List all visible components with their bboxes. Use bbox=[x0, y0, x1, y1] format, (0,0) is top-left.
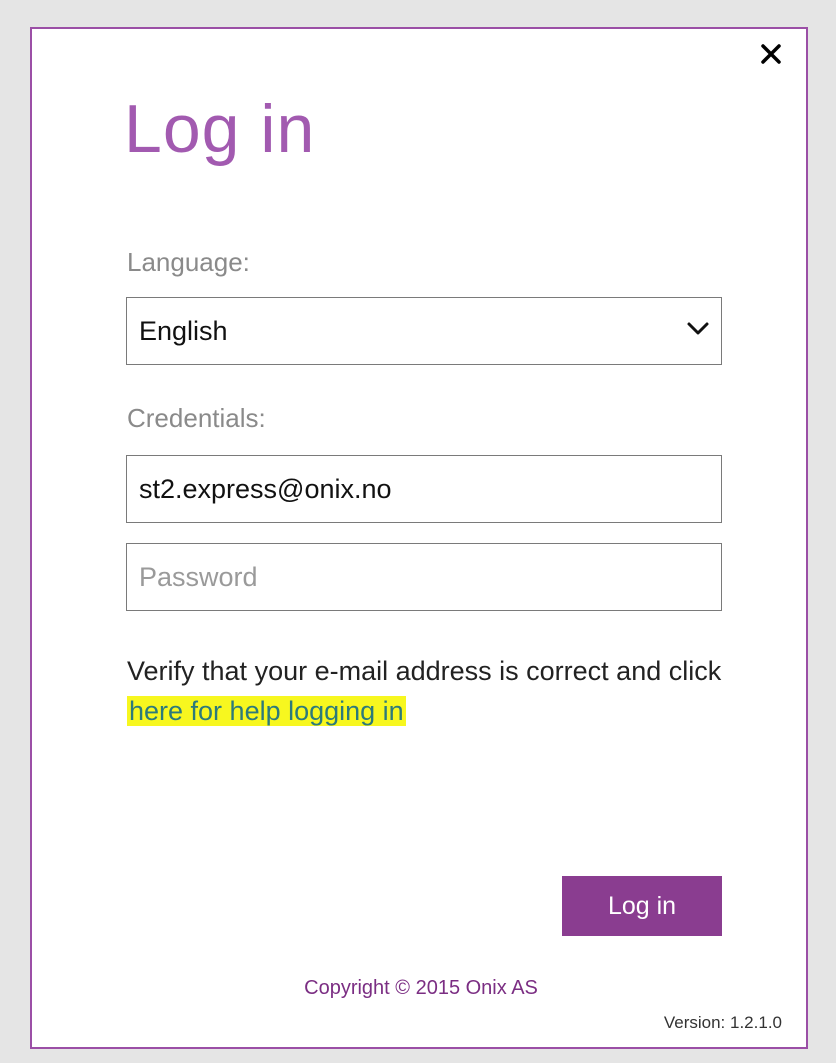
help-message-text: Verify that your e-mail address is corre… bbox=[127, 656, 722, 686]
password-input[interactable] bbox=[126, 543, 722, 611]
chevron-down-icon bbox=[687, 322, 709, 335]
language-selected-value: English bbox=[139, 315, 228, 346]
version-text: Version: 1.2.1.0 bbox=[663, 1013, 782, 1032]
close-button[interactable] bbox=[756, 39, 786, 69]
login-button[interactable]: Log in bbox=[562, 876, 722, 936]
login-dialog: Log in Language: English Credentials: Ve… bbox=[30, 27, 808, 1049]
help-message: Verify that your e-mail address is corre… bbox=[127, 651, 747, 731]
language-select[interactable]: English bbox=[126, 297, 722, 365]
page-title: Log in bbox=[124, 91, 316, 167]
close-icon bbox=[761, 44, 781, 64]
help-login-link[interactable]: here for help logging in bbox=[127, 696, 406, 726]
copyright-text: Copyright © 2015 Onix AS bbox=[304, 977, 538, 999]
email-input[interactable] bbox=[126, 455, 722, 523]
credentials-label: Credentials: bbox=[127, 403, 266, 433]
language-label: Language: bbox=[127, 247, 250, 277]
